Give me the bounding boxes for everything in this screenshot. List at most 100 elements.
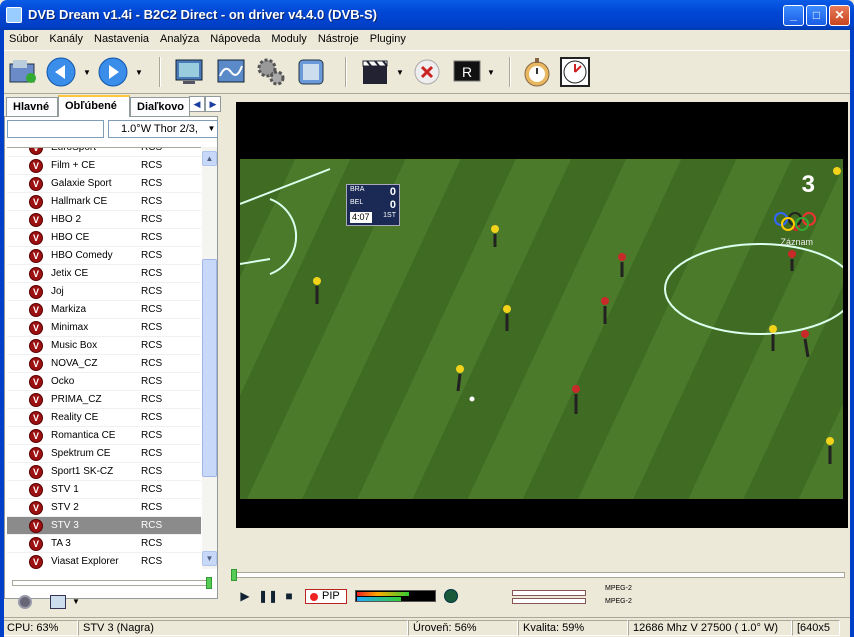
seek-thumb[interactable] [231, 569, 237, 581]
channel-name: Ocko [51, 376, 75, 387]
channel-list-scrollbar[interactable]: ▲ ▼ [202, 147, 217, 569]
channel-logo-icon: V [29, 447, 43, 461]
maximize-button[interactable]: □ [806, 5, 827, 26]
chevron-down-icon[interactable]: ▼ [206, 121, 217, 137]
recorder-icon[interactable]: R [450, 55, 484, 89]
recorder-dropdown-icon[interactable]: ▼ [487, 68, 495, 77]
forward-icon[interactable] [96, 55, 130, 89]
signal-quality-bar [357, 597, 401, 601]
channel-row[interactable]: V PRIMA_CZ RCS [7, 391, 201, 409]
channel-row[interactable]: V Reality CE RCS [7, 409, 201, 427]
volume-slider-thumb[interactable] [206, 577, 212, 589]
forward-dropdown-icon[interactable]: ▼ [135, 68, 143, 77]
channel-logo-icon: V [29, 231, 43, 245]
clapper-dropdown-icon[interactable]: ▼ [396, 68, 404, 77]
channel-name: Jetix CE [51, 268, 89, 279]
scroll-up-icon[interactable]: ▲ [202, 151, 217, 166]
tab-hlavne[interactable]: Hlavné [6, 97, 58, 117]
menu-bar: Súbor Kanály Nastavenia Analýza Nápoveda Modu… [4, 30, 850, 50]
tab-scroll-left-icon[interactable]: ◀ [189, 96, 205, 112]
movie-clapper-icon[interactable] [358, 55, 392, 89]
scroll-down-icon[interactable]: ▼ [202, 551, 217, 566]
channel-package: RCS [141, 520, 163, 531]
channel-row[interactable]: V Viasat Explorer RCS [7, 553, 201, 569]
menu-nastroje[interactable]: Nástroje [313, 30, 365, 45]
channel-row[interactable]: V Markiza RCS [7, 301, 201, 319]
channel-name: Minimax [51, 322, 89, 333]
channel-row[interactable]: V Galaxie Sport RCS [7, 175, 201, 193]
stop-record-icon[interactable] [410, 55, 444, 89]
channel-row[interactable]: V HBO Comedy RCS [7, 247, 201, 265]
channel-search-input[interactable] [7, 120, 104, 138]
menu-pluginy[interactable]: Pluginy [365, 30, 412, 45]
volume-slider[interactable] [12, 580, 212, 586]
back-icon[interactable] [44, 55, 78, 89]
stopwatch-icon[interactable] [520, 55, 554, 89]
back-dropdown-icon[interactable]: ▼ [83, 68, 91, 77]
clock-icon[interactable] [558, 55, 592, 89]
audio-icon[interactable] [18, 595, 32, 609]
open-folder-icon[interactable] [6, 55, 40, 89]
channel-logo-icon: V [29, 429, 43, 443]
view-mode-icon[interactable] [50, 595, 66, 609]
channel-name: HBO 2 [51, 214, 82, 225]
channel-row[interactable]: V TA 3 RCS [7, 535, 201, 553]
video-frame: BRA 0 BEL 0 4:07 1ST 3 Záznam [240, 159, 843, 499]
channel-package: RCS [141, 160, 163, 171]
monitor-icon[interactable] [172, 55, 206, 89]
menu-nastavenia[interactable]: Nastavenia [89, 30, 155, 45]
channel-row[interactable]: V Joj RCS [7, 283, 201, 301]
team1-label: BRA [350, 186, 365, 193]
channel-row[interactable]: V STV 1 RCS [7, 481, 201, 499]
channel-logo-icon: V [29, 321, 43, 335]
channel-row[interactable]: V HBO 2 RCS [7, 211, 201, 229]
stop-icon[interactable]: ■ [281, 588, 297, 604]
channel-row[interactable]: V Sport1 SK-CZ RCS [7, 463, 201, 481]
menu-kanaly[interactable]: Kanály [44, 30, 89, 45]
satellite-select[interactable]: 1.0°W Thor 2/3, ▼ [108, 120, 218, 138]
seek-bar[interactable] [233, 572, 845, 578]
spectrum-icon[interactable] [214, 55, 248, 89]
tab-dialkovo[interactable]: Diaľkovo [130, 97, 190, 117]
close-button[interactable]: ✕ [829, 5, 850, 26]
channel-row[interactable]: V Ocko RCS [7, 373, 201, 391]
pause-icon[interactable]: ❚❚ [258, 588, 278, 604]
channel-row[interactable]: V Music Box RCS [7, 337, 201, 355]
menu-subor[interactable]: Súbor [4, 30, 44, 45]
snapshot-icon[interactable] [294, 55, 328, 89]
channel-row[interactable]: V EuroSport RCS [7, 148, 201, 157]
channel-row[interactable]: V NOVA_CZ RCS [7, 355, 201, 373]
video-display[interactable]: BRA 0 BEL 0 4:07 1ST 3 Záznam [236, 102, 848, 528]
channel-row[interactable]: V STV 2 RCS [7, 499, 201, 517]
channel-logo-icon: V [29, 357, 43, 371]
scroll-thumb[interactable] [202, 259, 217, 477]
minimize-button[interactable]: _ [783, 5, 804, 26]
tab-oblubene[interactable]: Obľúbené [58, 95, 130, 117]
cpu-status: CPU: 63% [2, 620, 78, 636]
settings-gears-icon[interactable] [254, 55, 288, 89]
pip-button[interactable]: PIP [305, 589, 347, 604]
globe-icon[interactable] [444, 589, 458, 603]
app-icon[interactable] [6, 7, 22, 23]
tab-scroll-right-icon[interactable]: ▶ [205, 96, 221, 112]
channel-row[interactable]: V Hallmark CE RCS [7, 193, 201, 211]
menu-napoveda[interactable]: Nápoveda [205, 30, 266, 45]
channel-row[interactable]: V STV 3 RCS [7, 517, 201, 535]
channel-row[interactable]: V HBO CE RCS [7, 229, 201, 247]
channel-package: RCS [141, 376, 163, 387]
channel-row[interactable]: V Minimax RCS [7, 319, 201, 337]
channel-name: HBO Comedy [51, 250, 113, 261]
channel-row[interactable]: V Romantica CE RCS [7, 427, 201, 445]
channel-logo-icon: V [29, 483, 43, 497]
channel-package: RCS [141, 430, 163, 441]
play-icon[interactable]: ▶ [237, 588, 253, 604]
channel-package: RCS [141, 538, 163, 549]
channel-row[interactable]: V Spektrum CE RCS [7, 445, 201, 463]
channel-row[interactable]: V Jetix CE RCS [7, 265, 201, 283]
title-bar: DVB Dream v1.4i - B2C2 Direct - on drive… [0, 0, 854, 30]
menu-analyza[interactable]: Analýza [155, 30, 205, 45]
menu-moduly[interactable]: Moduly [266, 30, 312, 45]
view-mode-dropdown-icon[interactable]: ▼ [72, 597, 80, 606]
channel-name: Markiza [51, 304, 87, 315]
channel-row[interactable]: V Film + CE RCS [7, 157, 201, 175]
